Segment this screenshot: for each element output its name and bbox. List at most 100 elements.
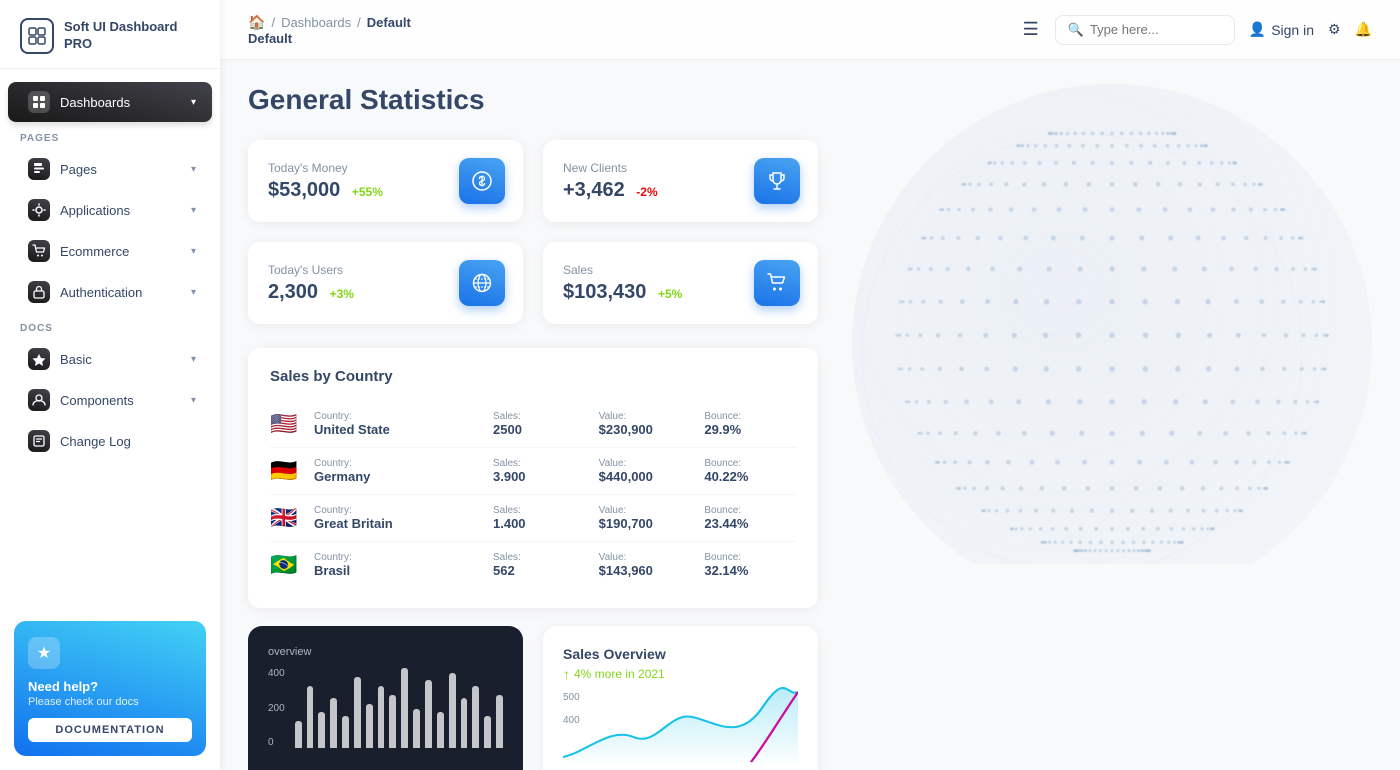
notification-icon[interactable]: 🔔 (1355, 21, 1372, 38)
bounce-gb: Bounce: 23.44% (704, 505, 796, 531)
user-icon: 👤 (1249, 21, 1266, 38)
chevron-down-icon: ▾ (191, 395, 196, 406)
chevron-down-icon: ▾ (191, 354, 196, 365)
bar (389, 695, 396, 748)
page-title: Default (248, 31, 999, 46)
stat-info-users: Today's Users 2,300 +3% (268, 263, 354, 304)
bar (318, 712, 325, 748)
breadcrumb-dashboards[interactable]: Dashboards (281, 15, 351, 30)
ecommerce-icon (28, 240, 50, 262)
sidebar-item-ecommerce[interactable]: Ecommerce ▾ (8, 231, 212, 271)
bar (484, 716, 491, 748)
bounce-us: Bounce: 29.9% (704, 411, 796, 437)
bar (295, 721, 302, 748)
bar-chart-label: overview (268, 646, 311, 658)
chevron-down-icon: ▾ (191, 246, 196, 257)
menu-icon[interactable]: ☰ (1023, 19, 1039, 40)
help-title: Need help? (28, 679, 192, 694)
auth-icon (28, 281, 50, 303)
stat-change-clients: -2% (636, 185, 657, 199)
y-label-200: 200 (268, 703, 285, 714)
signin-button[interactable]: 👤 Sign in (1249, 21, 1314, 38)
chevron-down-icon: ▾ (191, 164, 196, 175)
value-br: Value: $143,960 (599, 552, 691, 578)
sales-overview-title: Sales Overview (563, 646, 798, 662)
stat-icon-clients (754, 158, 800, 204)
flag-de: 🇩🇪 (270, 458, 300, 484)
home-icon[interactable]: 🏠 (248, 14, 265, 31)
bounce-br: Bounce: 32.14% (704, 552, 796, 578)
content-area: General Statistics (220, 60, 1400, 770)
stat-change-users: +3% (330, 287, 354, 301)
stat-label-clients: New Clients (563, 161, 658, 175)
chevron-down-icon: ▾ (191, 97, 196, 108)
stat-icon-money (459, 158, 505, 204)
breadcrumb: 🏠 / Dashboards / Default (248, 14, 999, 31)
sales-country-title: Sales by Country (270, 368, 796, 385)
sidebar-item-dashboards[interactable]: Dashboards ▾ (8, 82, 212, 122)
y-label-0: 0 (268, 737, 285, 748)
bounce-de: Bounce: 40.22% (704, 458, 796, 484)
bar (496, 695, 503, 748)
search-input[interactable] (1090, 22, 1210, 37)
bar (449, 673, 456, 748)
stat-change-money: +55% (352, 185, 383, 199)
docs-section-label: DOCS (0, 313, 220, 338)
sidebar-item-authentication[interactable]: Authentication ▾ (8, 272, 212, 312)
sales-br: Sales: 562 (493, 552, 585, 578)
documentation-button[interactable]: DOCUMENTATION (28, 718, 192, 742)
search-icon: 🔍 (1068, 22, 1084, 38)
chevron-down-icon: ▾ (191, 287, 196, 298)
dashboard-icon (28, 91, 50, 113)
sidebar-item-label: Authentication (60, 285, 142, 300)
globe-decoration (792, 84, 1372, 564)
sidebar-item-pages[interactable]: Pages ▾ (8, 149, 212, 189)
sidebar-item-label: Dashboards (60, 95, 130, 110)
breadcrumb-sep2: / (357, 15, 361, 30)
stat-label-users: Today's Users (268, 263, 354, 277)
sales-us: Sales: 2500 (493, 411, 585, 437)
bar (413, 709, 420, 748)
search-box[interactable]: 🔍 (1055, 15, 1235, 45)
sidebar-item-label: Ecommerce (60, 244, 129, 259)
sales-overview-subtitle: ↑ 4% more in 2021 (563, 666, 798, 682)
stat-value-users: 2,300 +3% (268, 281, 354, 304)
bar (437, 712, 444, 748)
sidebar-nav: Dashboards ▾ PAGES Pages ▾ App (0, 69, 220, 609)
sidebar-item-basic[interactable]: Basic ▾ (8, 339, 212, 379)
y-label-500: 500 (563, 692, 580, 703)
bar (461, 698, 468, 748)
country-row-us: 🇺🇸 Country: United State Sales: 2500 Val… (270, 401, 796, 448)
page-heading: General Statistics (248, 84, 1372, 116)
stat-info-clients: New Clients +3,462 -2% (563, 161, 658, 202)
help-star-icon: ★ (28, 637, 60, 669)
bar (342, 716, 349, 748)
bar (354, 677, 361, 748)
stat-card-money: Today's Money $53,000 +55% (248, 140, 523, 222)
bar (366, 704, 373, 748)
country-info-br: Country: Brasil (314, 552, 479, 578)
stat-label-money: Today's Money (268, 161, 383, 175)
country-info-gb: Country: Great Britain (314, 505, 479, 531)
topbar-right: 🔍 👤 Sign in ⚙ 🔔 (1055, 15, 1372, 45)
stat-icon-users (459, 260, 505, 306)
stat-card-sales: Sales $103,430 +5% (543, 242, 818, 324)
settings-icon[interactable]: ⚙ (1328, 21, 1341, 38)
logo-text: Soft UI Dashboard PRO (64, 19, 200, 53)
sales-de: Sales: 3.900 (493, 458, 585, 484)
stat-label-sales: Sales (563, 263, 682, 277)
sales-gb: Sales: 1.400 (493, 505, 585, 531)
country-info-us: Country: United State (314, 411, 479, 437)
topbar: 🏠 / Dashboards / Default Default ☰ 🔍 👤 S… (220, 0, 1400, 60)
sidebar-item-components[interactable]: Components ▾ (8, 380, 212, 420)
sidebar-item-changelog[interactable]: Change Log (8, 421, 212, 461)
changelog-icon (28, 430, 50, 452)
y-label-400: 400 (268, 668, 285, 679)
sidebar-item-applications[interactable]: Applications ▾ (8, 190, 212, 230)
breadcrumb-current: Default (367, 15, 411, 30)
basic-icon (28, 348, 50, 370)
charts-row: overview 400 200 0 Sales Overvi (248, 626, 818, 770)
sales-by-country-card: Sales by Country 🇺🇸 Country: United Stat… (248, 348, 818, 608)
sidebar-item-label: Components (60, 393, 134, 408)
sidebar-item-label: Applications (60, 203, 130, 218)
